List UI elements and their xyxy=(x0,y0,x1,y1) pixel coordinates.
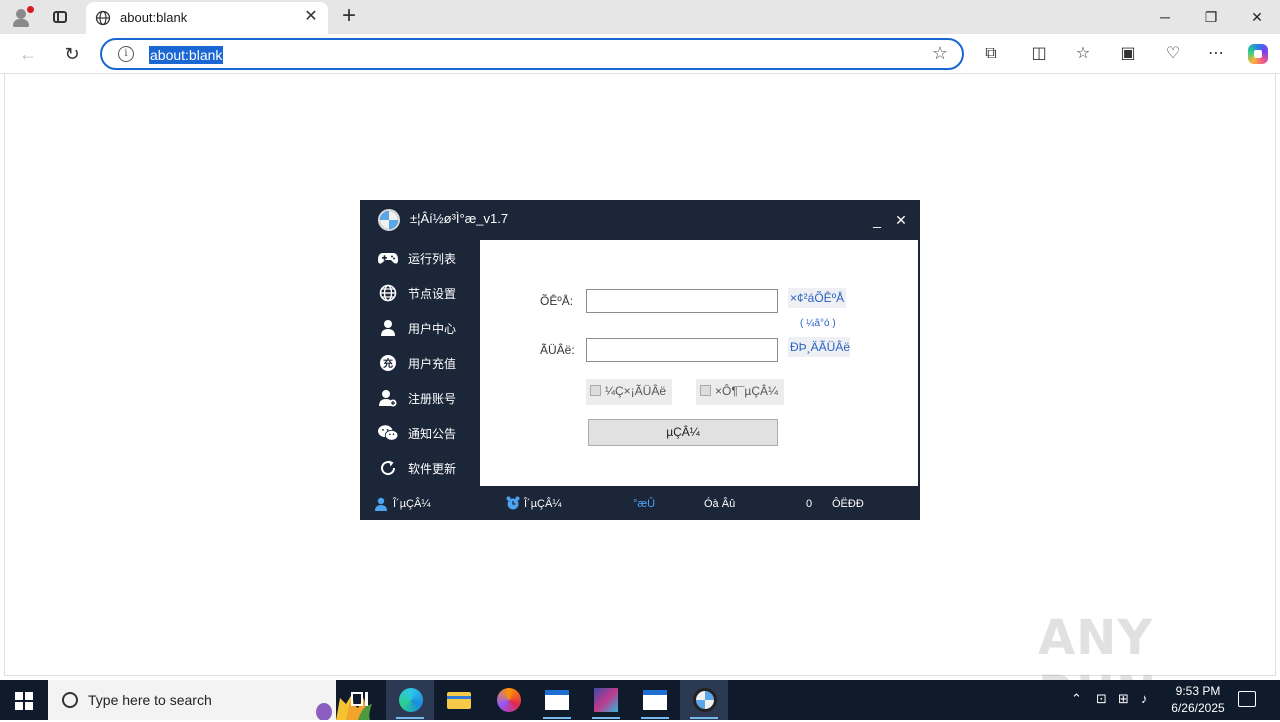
auto-login-label: ×Ô¶¯µÇÂ¼ xyxy=(715,384,779,398)
clock-time: 9:53 PM xyxy=(1175,684,1221,698)
refresh-icon xyxy=(381,460,396,476)
sidebar-item-run-list[interactable]: 运行列表 xyxy=(360,240,480,275)
refresh-icon[interactable]: ↻ xyxy=(60,42,84,66)
file-explorer-icon[interactable] xyxy=(434,680,482,720)
extensions-icon[interactable]: ⧉ xyxy=(980,43,1002,65)
profile-icon[interactable] xyxy=(10,6,34,28)
network-icon[interactable]: ⊞ xyxy=(1118,691,1129,707)
address-text[interactable]: about:blank xyxy=(149,46,224,64)
copilot-icon[interactable] xyxy=(1248,44,1268,64)
sidebar-item-notice[interactable]: 通知公告 xyxy=(360,415,480,450)
recharge-icon: 充 xyxy=(380,355,396,371)
back-icon[interactable]: ← xyxy=(16,42,40,66)
sidebar-item-label: 节点设置 xyxy=(408,287,457,301)
clock-date: 6/26/2025 xyxy=(1171,701,1225,715)
user-status-icon xyxy=(375,497,387,511)
sidebar-item-label: 通知公告 xyxy=(408,427,457,441)
close-tab-icon[interactable]: ✕ xyxy=(302,8,320,26)
bmw-logo-icon xyxy=(378,209,400,231)
device-icon[interactable]: ⊡ xyxy=(1096,691,1107,707)
tab-title: about:blank xyxy=(120,10,188,25)
checkbox-box[interactable] xyxy=(590,385,601,396)
sidebar-item-label: 用户中心 xyxy=(408,322,457,336)
register-sub-label: ( ¼â°ó ) xyxy=(800,318,836,329)
sidebar-item-node-settings[interactable]: 节点设置 xyxy=(360,275,480,310)
search-placeholder: Type here to search xyxy=(88,692,212,708)
remember-password-checkbox[interactable]: ¼Ç×¡ÃÜÂë xyxy=(586,379,673,405)
register-account-link[interactable]: ×¢²áÕÊºÅ xyxy=(788,288,847,308)
close-window-icon[interactable]: ✕ xyxy=(1234,0,1280,34)
show-hidden-icons[interactable]: ⌃ xyxy=(1071,691,1082,707)
taskbar-clock[interactable]: 9:53 PM 6/26/2025 xyxy=(1160,683,1236,717)
status-balance: Óà Âû xyxy=(704,498,736,510)
sidebar-item-register[interactable]: 注册账号 xyxy=(360,380,480,415)
sidebar-item-label: 软件更新 xyxy=(408,462,457,476)
app-window-icon-1[interactable] xyxy=(533,680,581,720)
app-title: ±¦Âí½ø³Ì°æ_v1.7 xyxy=(410,211,509,226)
status-running: ÔËÐÐ xyxy=(832,498,864,510)
password-input[interactable] xyxy=(586,338,778,362)
minimize-icon[interactable]: ─ xyxy=(1142,0,1188,34)
volume-icon[interactable]: ♪ xyxy=(1141,691,1148,706)
wechat-icon xyxy=(378,425,398,441)
sidebar-item-label: 注册账号 xyxy=(408,392,457,406)
auto-login-checkbox[interactable]: ×Ô¶¯µÇÂ¼ xyxy=(696,379,785,405)
firefox-icon[interactable] xyxy=(484,680,532,720)
checkbox-box[interactable] xyxy=(700,385,711,396)
gamepad-icon xyxy=(378,253,398,264)
status-count: 0 xyxy=(806,498,813,510)
alarm-clock-icon xyxy=(506,496,520,510)
user-add-icon xyxy=(379,390,397,407)
edge-app-icon[interactable] xyxy=(386,680,434,720)
app-window: ±¦Âí½ø³Ì°æ_v1.7 _ ✕ 运行列表 节点设置 用户中心 充 用户充… xyxy=(360,200,920,520)
collections-icon[interactable]: ▣ xyxy=(1117,43,1139,65)
app-close-button[interactable]: ✕ xyxy=(892,208,910,232)
sidebar-item-label: 用户充值 xyxy=(408,357,457,371)
app-window-icon-3[interactable] xyxy=(631,680,679,720)
info-icon[interactable]: i xyxy=(118,46,134,62)
account-input[interactable] xyxy=(586,289,778,313)
account-label: ÕÊºÅ: xyxy=(540,294,574,308)
split-screen-icon[interactable]: ◫ xyxy=(1028,43,1050,65)
sidebar-item-user-center[interactable]: 用户中心 xyxy=(360,310,480,345)
start-button[interactable] xyxy=(0,680,48,720)
login-panel: ÕÊºÅ: ×¢²áÕÊºÅ ( ¼â°ó ) ÃÜÂë: ÐÞ¸ÄÃÜÂë ¼… xyxy=(480,240,918,486)
status-time: Î´µÇÂ¼ xyxy=(524,498,562,510)
status-version: °æÛ xyxy=(633,498,656,510)
new-tab-icon[interactable]: + xyxy=(338,4,360,28)
bmw-app-icon[interactable] xyxy=(680,680,728,720)
remember-password-label: ¼Ç×¡ÃÜÂë xyxy=(605,384,667,398)
app-title-bar[interactable]: ±¦Âí½ø³Ì°æ_v1.7 _ ✕ xyxy=(360,200,920,240)
status-user: Î´µÇÂ¼ xyxy=(393,498,431,510)
app-window-icon-2[interactable] xyxy=(582,680,630,720)
sidebar-item-label: 运行列表 xyxy=(408,252,457,266)
user-icon xyxy=(381,320,395,336)
svg-text:充: 充 xyxy=(383,357,393,370)
change-password-link[interactable]: ÐÞ¸ÄÃÜÂë xyxy=(788,337,850,357)
login-button[interactable]: µÇÂ¼ xyxy=(588,419,778,446)
globe-icon xyxy=(95,10,111,26)
app-status-bar: Î´µÇÂ¼ Î´µÇÂ¼ °æÛ Óà Âû 0 ÔËÐÐ xyxy=(360,488,920,520)
address-bar[interactable]: i about:blank ☆ xyxy=(100,38,964,70)
password-label: ÃÜÂë: xyxy=(540,343,575,357)
app-minimize-button[interactable]: _ xyxy=(868,208,886,232)
taskbar: Type here to search ⌃ ⊡ ⊞ ♪ 9:53 PM 6/26… xyxy=(0,680,1280,720)
task-view-icon[interactable] xyxy=(336,680,384,720)
tab-strip: about:blank ✕ + ─ ❐ ✕ xyxy=(0,0,1280,34)
sidebar-item-recharge[interactable]: 充 用户充值 xyxy=(360,345,480,380)
browser-toolbar: ← ↻ i about:blank ☆ ⧉ ◫ ☆ ▣ ♡ ⋯ xyxy=(0,34,1280,74)
sidebar-item-update[interactable]: 软件更新 xyxy=(360,450,480,485)
taskbar-search[interactable]: Type here to search xyxy=(48,680,372,720)
browser-essentials-icon[interactable]: ♡ xyxy=(1162,43,1184,65)
tab-actions-icon[interactable] xyxy=(51,8,69,26)
search-icon xyxy=(62,692,78,708)
more-menu-icon[interactable]: ⋯ xyxy=(1205,43,1227,65)
app-sidebar: 运行列表 节点设置 用户中心 充 用户充值 注册账号 通知公告 软件更新 xyxy=(360,240,480,486)
notification-icon[interactable] xyxy=(1238,691,1256,707)
restore-icon[interactable]: ❐ xyxy=(1188,0,1234,34)
favorite-star-icon[interactable]: ☆ xyxy=(932,43,948,64)
tab-about-blank[interactable]: about:blank ✕ xyxy=(86,2,328,34)
globe-icon xyxy=(379,284,397,302)
favorites-icon[interactable]: ☆ xyxy=(1072,43,1094,65)
